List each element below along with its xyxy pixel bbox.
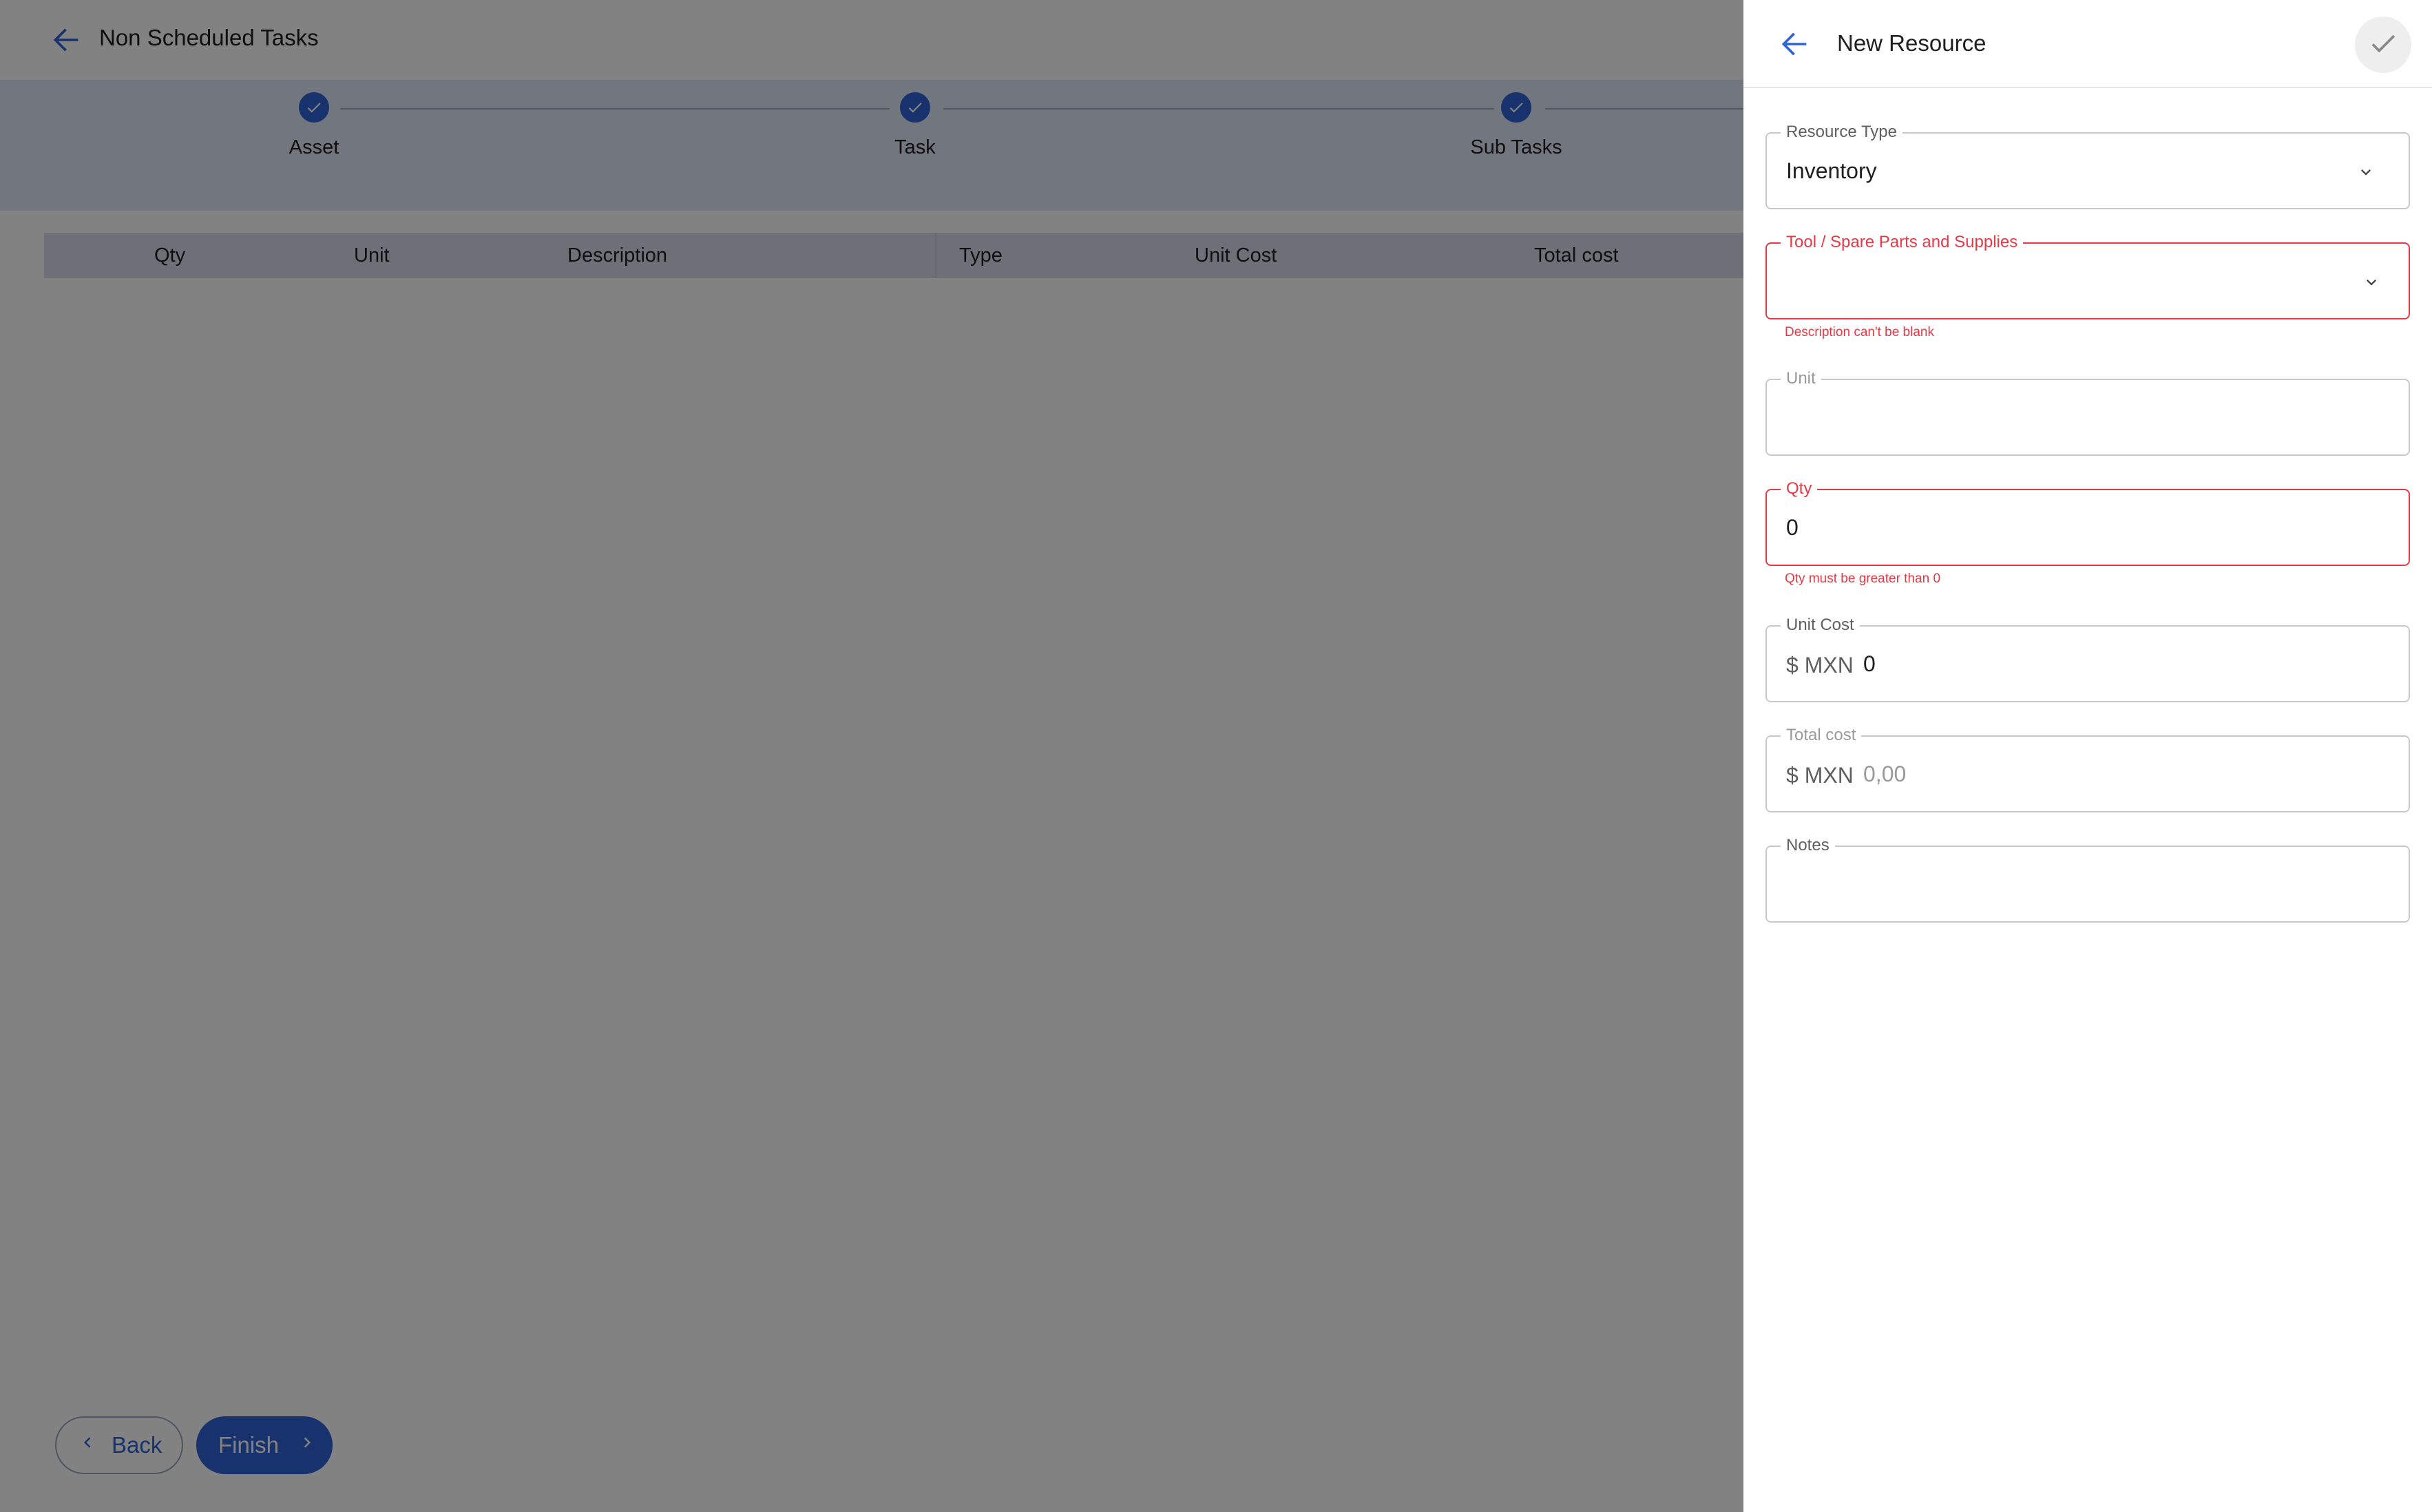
modal-scrim[interactable]	[0, 0, 1743, 1512]
field-value: 0,00	[1863, 762, 1907, 786]
check-icon	[2367, 28, 2399, 63]
field-value: Inventory	[1786, 158, 1877, 183]
qty-error-text: Qty must be greater than 0	[1785, 571, 1941, 586]
arrow-left-icon[interactable]	[1776, 26, 1812, 62]
panel-title: New Resource	[1837, 30, 1987, 56]
field-label: Qty	[1781, 479, 1818, 498]
field-label: Unit	[1781, 369, 1821, 388]
resource-type-select[interactable]: Resource Type Inventory	[1765, 123, 2410, 209]
notes-field[interactable]: Notes	[1765, 836, 2410, 923]
chevron-down-icon	[2362, 273, 2381, 292]
field-value: 0	[1863, 651, 1876, 676]
field-label: Total cost	[1781, 726, 1862, 745]
tool-error-text: Description can't be blank	[1785, 325, 1934, 339]
panel-header: New Resource	[1743, 0, 2432, 88]
field-label: Tool / Spare Parts and Supplies	[1781, 233, 2024, 252]
field-value: 0	[1786, 515, 1799, 540]
new-resource-panel: New Resource Resource Type Inventory Too…	[1743, 0, 2432, 1512]
currency-prefix: $ MXN	[1786, 763, 1854, 788]
currency-prefix: $ MXN	[1786, 653, 1854, 678]
field-label: Unit Cost	[1781, 616, 1860, 635]
save-button[interactable]	[2355, 17, 2411, 73]
field-label: Resource Type	[1781, 123, 1902, 142]
tool-spare-parts-select[interactable]: Tool / Spare Parts and Supplies	[1765, 233, 2410, 319]
unit-cost-field[interactable]: Unit Cost $ MXN 0	[1765, 616, 2410, 702]
field-label: Notes	[1781, 836, 1835, 855]
unit-field[interactable]: Unit	[1765, 369, 2410, 456]
total-cost-field: Total cost $ MXN 0,00	[1765, 726, 2410, 812]
qty-field[interactable]: Qty 0	[1765, 479, 2410, 566]
chevron-down-icon	[2356, 162, 2376, 182]
